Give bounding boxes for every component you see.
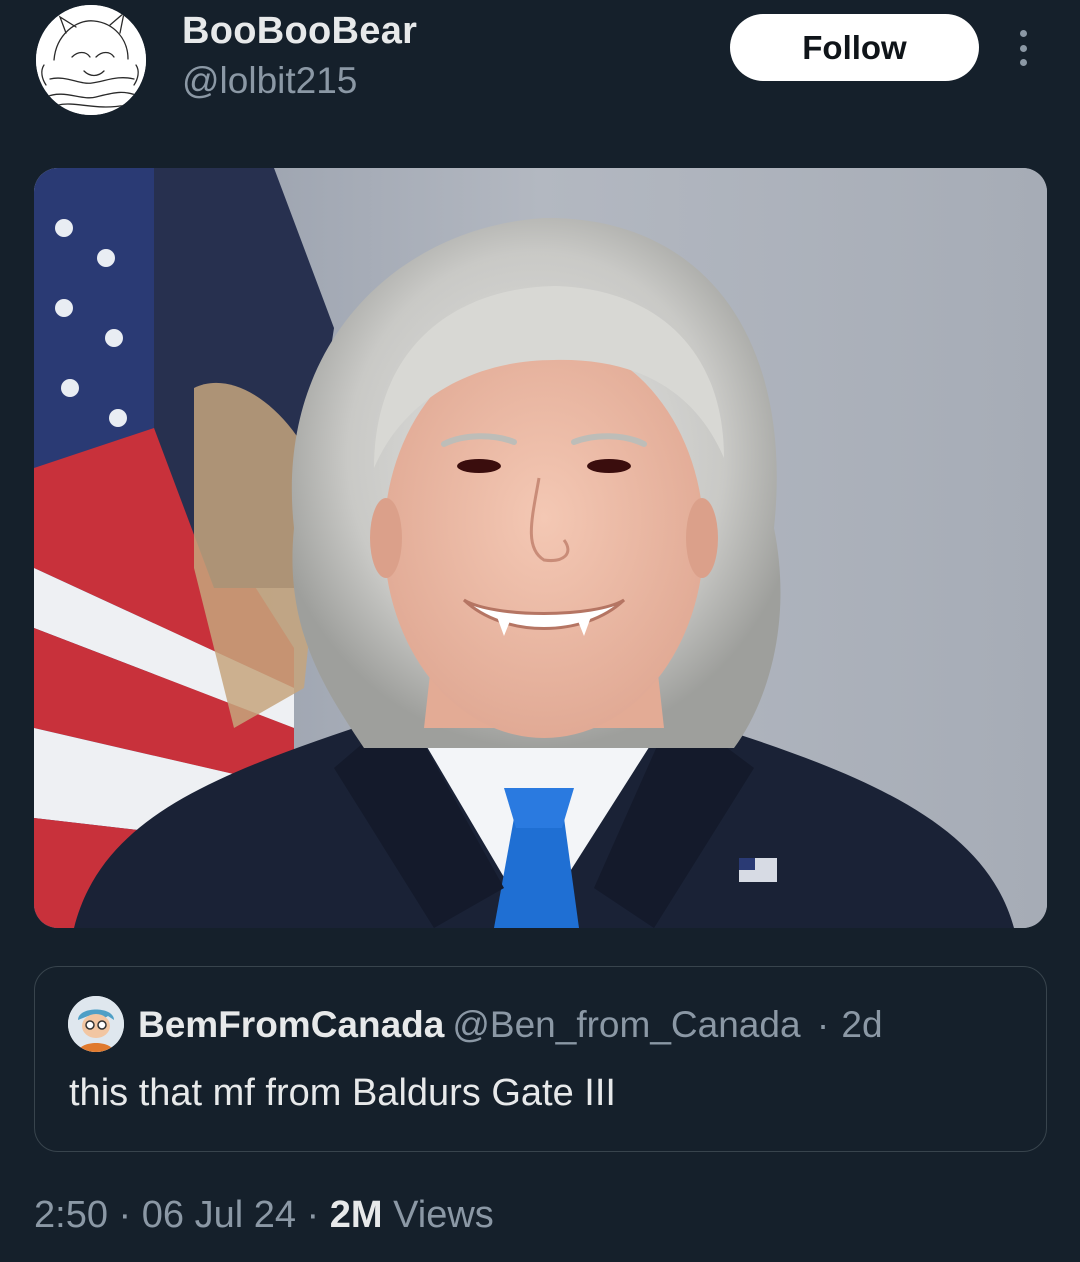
- more-vertical-icon[interactable]: [1008, 26, 1038, 70]
- meta-separator: ·: [306, 1194, 320, 1236]
- quoted-age[interactable]: 2d: [841, 1004, 882, 1045]
- tweet-date[interactable]: 06 Jul 24: [142, 1194, 296, 1236]
- tweet-header: BooBooBear @lolbit215 Follow: [0, 0, 1080, 130]
- author-handle[interactable]: @lolbit215: [182, 60, 357, 102]
- tweet-meta: 2:50 · 06 Jul 24 · 2M Views: [34, 1194, 494, 1237]
- quoted-separator: ·: [816, 1004, 830, 1045]
- quoted-tweet-text: this that mf from Baldurs Gate III: [69, 1072, 616, 1114]
- tweet-media-image[interactable]: [34, 168, 1047, 928]
- tweet-detail: BooBooBear @lolbit215 Follow BemFromCana…: [0, 0, 1080, 1262]
- views-count[interactable]: 2M: [330, 1194, 383, 1236]
- portrait-photo: [34, 168, 1047, 928]
- avatar[interactable]: [36, 5, 146, 115]
- follow-button[interactable]: Follow: [730, 14, 979, 81]
- quoted-avatar-image: [68, 996, 124, 1052]
- quoted-handle[interactable]: @Ben_from_Canada: [452, 1004, 800, 1045]
- author-display-name[interactable]: BooBooBear: [182, 10, 417, 53]
- tweet-time[interactable]: 2:50: [34, 1194, 108, 1236]
- views-label[interactable]: Views: [393, 1194, 494, 1236]
- quoted-tweet-header: BemFromCanada @Ben_from_Canada · 2d: [138, 1003, 883, 1047]
- quoted-avatar[interactable]: [68, 996, 124, 1052]
- quoted-display-name[interactable]: BemFromCanada: [138, 1004, 444, 1045]
- meta-separator: ·: [118, 1194, 132, 1236]
- avatar-sketch-image: [36, 5, 146, 115]
- quoted-tweet-card[interactable]: BemFromCanada @Ben_from_Canada · 2d this …: [34, 966, 1047, 1152]
